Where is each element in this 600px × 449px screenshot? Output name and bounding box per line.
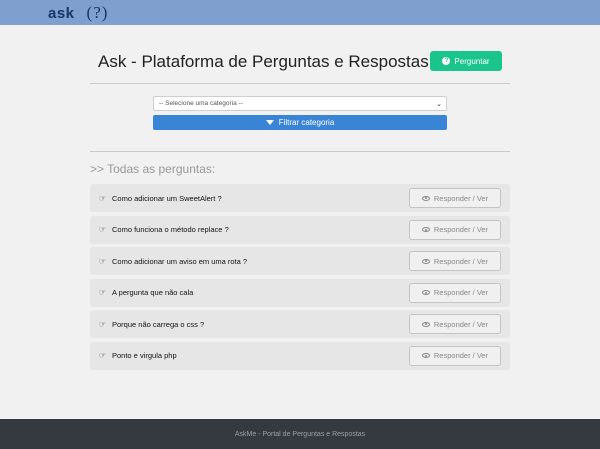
category-select[interactable]: -- Selecione uma categoria -- ⌄ (153, 96, 447, 111)
question-text: Como adicionar um SweetAlert ? (112, 193, 222, 203)
question-row: ☞ Ponto e virgula php Responder / Ver (90, 341, 510, 370)
filter-category-button[interactable]: Filtrar categoria (153, 115, 447, 130)
answer-view-label: Responder / Ver (433, 193, 489, 203)
eye-icon (421, 353, 430, 358)
answer-view-button[interactable]: Responder / Ver (409, 188, 501, 208)
answer-view-label: Responder / Ver (433, 319, 489, 329)
eye-icon (421, 227, 430, 232)
eye-icon (421, 195, 430, 201)
question-text: Ponto e virgula php (112, 351, 177, 360)
question-circle-icon: ? (442, 57, 451, 65)
eye-icon (421, 321, 430, 327)
question-row: ☞ Como adicionar um SweetAlert ? Respond… (90, 184, 510, 212)
answer-view-label: Responder / Ver (433, 351, 489, 360)
filter-category-label: Filtrar categoria (278, 118, 335, 127)
brand-mark: (?) (86, 3, 109, 22)
question-row: ☞ Como adicionar um aviso em uma rota ? … (90, 247, 510, 275)
question-text: Como funciona o método replace ? (112, 225, 229, 234)
divider (90, 151, 510, 152)
question-row: ☞ Como funciona o método replace ? Respo… (90, 215, 510, 244)
hand-pointer-icon: ☞ (99, 288, 107, 297)
hand-pointer-icon: ☞ (99, 193, 107, 203)
question-text: Porque não carrega o css ? (112, 319, 205, 329)
divider (90, 83, 510, 84)
answer-view-button[interactable]: Responder / Ver (409, 282, 501, 303)
navbar: ask (?) (0, 0, 600, 25)
page-title: Ask - Plataforma de Perguntas e Resposta… (98, 52, 429, 71)
ask-question-label: Perguntar (454, 56, 490, 66)
answer-view-button[interactable]: Responder / Ver (409, 219, 501, 240)
brand-text: ask (48, 4, 75, 22)
category-select-value: -- Selecione uma categoria -- (159, 100, 243, 107)
answer-view-button[interactable]: Responder / Ver (409, 314, 501, 334)
question-text: A pergunta que não cala (112, 288, 194, 297)
answer-view-label: Responder / Ver (433, 256, 489, 266)
footer-text: AskMe - Portal de Perguntas e Respostas (234, 430, 366, 438)
brand-logo[interactable]: ask (?) (48, 3, 108, 23)
question-row: ☞ A pergunta que não cala Responder / Ve… (90, 278, 510, 307)
eye-icon (421, 258, 430, 264)
section-title: >> Todas as perguntas: (90, 162, 216, 176)
question-row: ☞ Porque não carrega o css ? Responder /… (90, 310, 510, 338)
question-text: Como adicionar um aviso em uma rota ? (112, 256, 248, 266)
eye-icon (421, 290, 430, 295)
answer-view-label: Responder / Ver (433, 225, 489, 234)
hand-pointer-icon: ☞ (99, 351, 107, 360)
answer-view-button[interactable]: Responder / Ver (409, 251, 501, 271)
question-list: ☞ Como adicionar um SweetAlert ? Respond… (90, 184, 510, 373)
footer: AskMe - Portal de Perguntas e Respostas (0, 419, 600, 449)
answer-view-button[interactable]: Responder / Ver (409, 345, 501, 366)
chevron-down-icon: ⌄ (436, 101, 442, 108)
hand-pointer-icon: ☞ (99, 225, 107, 234)
answer-view-label: Responder / Ver (433, 288, 489, 297)
filter-icon (265, 120, 274, 125)
ask-question-button[interactable]: ? Perguntar (430, 51, 502, 71)
hand-pointer-icon: ☞ (99, 319, 107, 329)
hand-pointer-icon: ☞ (99, 256, 107, 266)
